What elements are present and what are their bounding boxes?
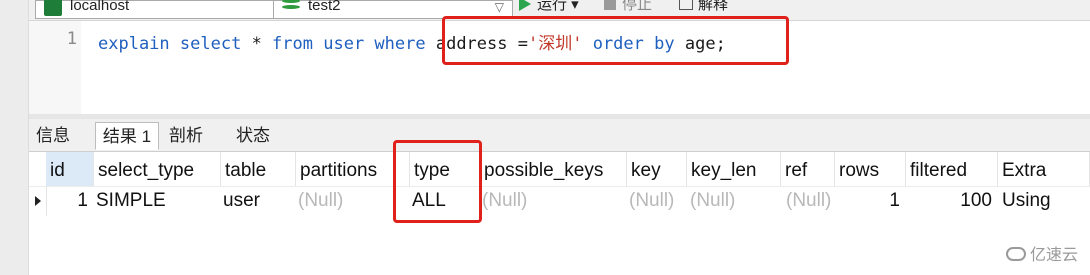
column-header-extra[interactable]: Extra bbox=[998, 152, 1090, 186]
connection-select[interactable]: localhost ▽ bbox=[35, 0, 295, 19]
explain-button[interactable]: 解释 bbox=[679, 0, 728, 14]
server-icon bbox=[44, 0, 62, 16]
line-gutter: 1 bbox=[29, 21, 81, 114]
cell-key-len[interactable]: (Null) bbox=[686, 186, 780, 216]
cell-extra[interactable]: Using bbox=[998, 186, 1090, 216]
row-divider bbox=[29, 186, 1090, 187]
sql-text: * bbox=[241, 34, 273, 54]
query-window: localhost ▽ test2 ▽ 运行 ▾ 停止 解释 1 explain… bbox=[29, 0, 1090, 275]
row-selector[interactable] bbox=[29, 186, 47, 216]
column-header-ref[interactable]: ref bbox=[781, 152, 835, 186]
run-button[interactable]: 运行 ▾ bbox=[519, 0, 579, 14]
cell-id[interactable]: 1 bbox=[46, 186, 94, 216]
stop-button[interactable]: 停止 bbox=[604, 0, 652, 14]
sql-keyword: where bbox=[374, 34, 426, 54]
table-row[interactable]: 1 SIMPLE user (Null) ALL (Null) (Null) (… bbox=[29, 186, 1090, 216]
cell-possible-keys[interactable]: (Null) bbox=[478, 186, 625, 216]
result-tabs: 信息 结果 1 剖析 状态 bbox=[29, 119, 1090, 152]
column-header-select-type[interactable]: select_type bbox=[94, 152, 221, 186]
connection-value: localhost bbox=[70, 0, 130, 14]
cell-filtered[interactable]: 100 bbox=[906, 186, 998, 216]
explain-label: 解释 bbox=[698, 0, 729, 13]
column-header-id[interactable]: id bbox=[46, 152, 94, 186]
line-number: 1 bbox=[66, 29, 77, 49]
cell-rows[interactable]: 1 bbox=[835, 186, 906, 216]
explain-icon bbox=[679, 0, 693, 10]
chevron-down-icon: ▽ bbox=[494, 0, 504, 14]
column-header-possible-keys[interactable]: possible_keys bbox=[480, 152, 627, 186]
database-icon bbox=[282, 0, 300, 15]
highlight-type-column-box bbox=[393, 140, 482, 223]
tab-result-1[interactable]: 结果 1 bbox=[95, 122, 159, 150]
cell-partitions[interactable]: (Null) bbox=[294, 186, 408, 216]
result-grid: id select_type table partitions type pos… bbox=[29, 152, 1090, 216]
sql-identifier: user bbox=[313, 34, 375, 54]
database-value: test2 bbox=[308, 0, 341, 14]
tab-info[interactable]: 信息 bbox=[33, 122, 73, 150]
current-row-arrow-icon bbox=[35, 196, 41, 206]
column-header-key[interactable]: key bbox=[627, 152, 687, 186]
cell-ref[interactable]: (Null) bbox=[782, 186, 836, 216]
sql-keyword: select bbox=[179, 34, 242, 54]
highlight-where-clause-box bbox=[442, 16, 789, 65]
column-header-table[interactable]: table bbox=[221, 152, 296, 186]
column-header-filtered[interactable]: filtered bbox=[906, 152, 998, 186]
stop-label: 停止 bbox=[622, 0, 653, 13]
cell-key[interactable]: (Null) bbox=[625, 186, 685, 216]
column-header-key-len[interactable]: key_len bbox=[687, 152, 781, 186]
tab-profile[interactable]: 剖析 bbox=[164, 122, 208, 150]
run-label: 运行 ▾ bbox=[537, 0, 579, 13]
stop-icon bbox=[604, 0, 616, 10]
watermark: 亿速云 bbox=[1005, 241, 1078, 265]
cell-select-type[interactable]: SIMPLE bbox=[92, 186, 219, 216]
cell-table[interactable]: user bbox=[219, 186, 294, 216]
sql-keyword: explain bbox=[98, 34, 170, 54]
sql-keyword: from bbox=[272, 34, 313, 54]
column-header-rows[interactable]: rows bbox=[835, 152, 906, 186]
cloud-logo-icon bbox=[1005, 247, 1026, 261]
play-icon bbox=[519, 0, 531, 11]
grid-header-row: id select_type table partitions type pos… bbox=[29, 152, 1090, 186]
tab-status[interactable]: 状态 bbox=[229, 122, 277, 150]
left-panel-strip bbox=[0, 0, 29, 275]
watermark-text: 亿速云 bbox=[1029, 247, 1078, 264]
